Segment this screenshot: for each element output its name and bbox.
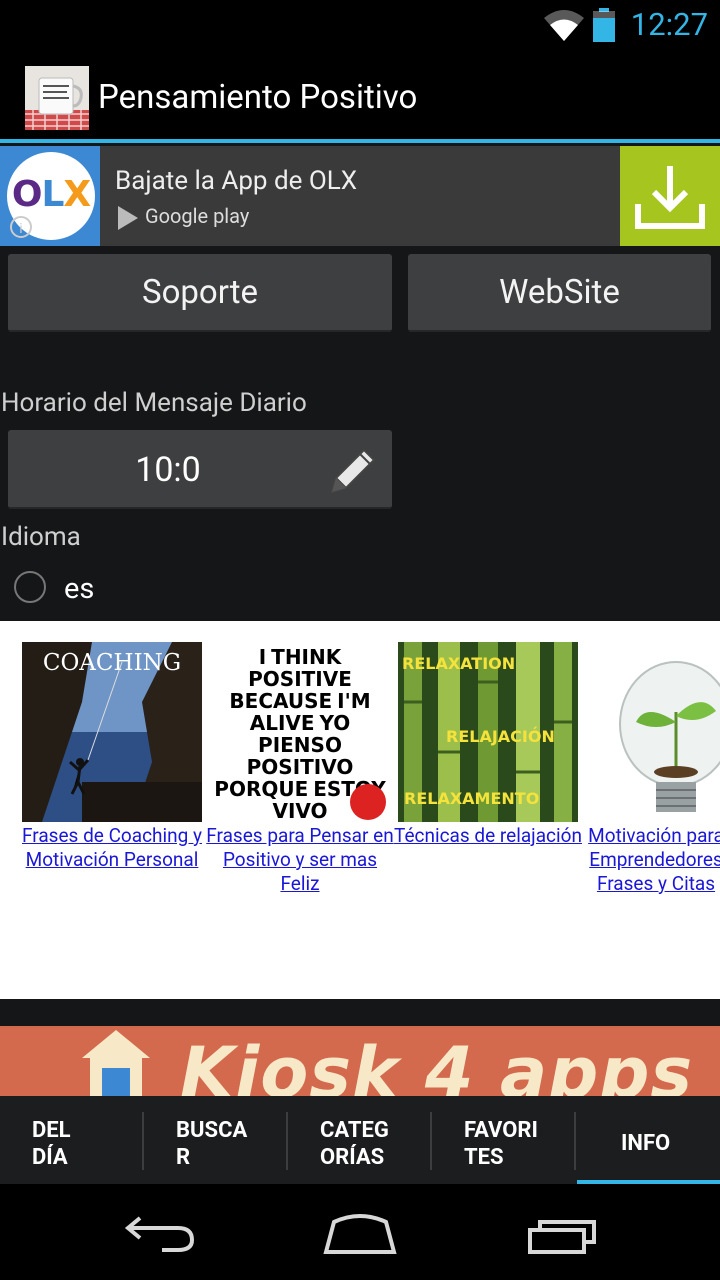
battery-icon	[593, 8, 615, 42]
status-bar: 12:27	[0, 0, 720, 50]
soporte-button[interactable]: Soporte	[8, 254, 392, 332]
promo-link[interactable]: Frases para Pensar en Positivo y ser mas…	[205, 824, 395, 896]
promo-thumb-text: RELAJACIÓN	[446, 727, 555, 746]
recent-apps-icon[interactable]	[526, 1214, 598, 1254]
promo-item[interactable]: Motivación para Emprendedores Frases y C…	[581, 642, 720, 896]
website-button[interactable]: WebSite	[408, 254, 711, 332]
google-play-label: Google play	[144, 204, 250, 228]
app-icon[interactable]	[25, 66, 89, 130]
horario-label: Horario del Mensaje Diario	[1, 388, 307, 418]
tab-label: DEL DÍA	[32, 1118, 71, 1170]
promo-link[interactable]: Técnicas de relajación	[393, 824, 583, 848]
tab-label: BUSCA R	[176, 1118, 248, 1170]
action-bar: Pensamiento Positivo	[0, 50, 720, 143]
promo-thumb-text: RELAXAMENTO	[404, 789, 540, 808]
tab-favoritos[interactable]: FAVORI TES	[432, 1096, 576, 1184]
promo-image-positivo[interactable]: I THINK POSITIVE BECAUSE I'M ALIVE YO PI…	[210, 642, 390, 822]
wifi-icon	[544, 10, 584, 41]
tab-buscar[interactable]: BUSCA R	[144, 1096, 288, 1184]
promo-item[interactable]: COACHING Frases de Coaching y Motivación…	[17, 642, 207, 872]
tab-del-dia[interactable]: DEL DÍA	[0, 1096, 144, 1184]
tab-label: FAVORI TES	[464, 1118, 538, 1170]
info-icon[interactable]: i	[10, 216, 32, 238]
google-play-badge: Google play	[116, 204, 249, 231]
tab-bar: DEL DÍA BUSCA R CATEG ORÍAS FAVORI TES I…	[0, 1096, 720, 1184]
promo-thumb-text: COACHING	[42, 650, 182, 676]
promo-link[interactable]: Frases de Coaching y Motivación Personal	[17, 824, 207, 872]
download-button[interactable]	[620, 146, 720, 246]
system-nav-bar	[0, 1184, 720, 1280]
tab-label: CATEG ORÍAS	[320, 1118, 389, 1170]
horario-time-value: 10:0	[135, 450, 201, 490]
kiosk-logo-icon	[82, 1030, 150, 1096]
tab-label: INFO	[621, 1131, 671, 1156]
app-title: Pensamiento Positivo	[98, 78, 418, 117]
download-icon	[635, 166, 705, 229]
olx-logo-text: OLX	[11, 174, 91, 215]
tab-categorias[interactable]: CATEG ORÍAS	[288, 1096, 432, 1184]
promo-item[interactable]: RELAXATION RELAJACIÓN RELAXAMENTO Técnic…	[393, 642, 583, 848]
ad-title: Bajate la App de OLX	[115, 166, 358, 196]
promo-image-emprendedores[interactable]	[586, 642, 720, 822]
horario-time-field[interactable]: 10:0	[8, 430, 392, 509]
tab-info[interactable]: INFO	[576, 1096, 720, 1184]
language-radio-label[interactable]: es	[64, 572, 94, 606]
kiosk-ad-text: Kiosk 4 apps	[180, 1032, 694, 1096]
google-play-icon	[118, 205, 138, 230]
promo-link[interactable]: Motivación para Emprendedores Frases y C…	[581, 824, 720, 896]
promo-thumb-text: RELAXATION	[402, 654, 516, 673]
ad-banner[interactable]: OLX i Bajate la App de OLX Google play	[0, 146, 720, 246]
back-icon[interactable]	[122, 1214, 196, 1254]
pencil-icon[interactable]	[324, 442, 380, 498]
language-radio[interactable]	[14, 571, 46, 603]
promo-item[interactable]: I THINK POSITIVE BECAUSE I'M ALIVE YO PI…	[205, 642, 395, 896]
promo-image-coaching[interactable]: COACHING	[22, 642, 202, 822]
promo-apps-strip: COACHING Frases de Coaching y Motivación…	[0, 621, 720, 999]
home-icon[interactable]	[322, 1212, 398, 1256]
kiosk-ad-banner[interactable]: Kiosk 4 apps	[0, 1026, 720, 1096]
idioma-label: Idioma	[1, 522, 81, 552]
status-time: 12:27	[630, 6, 708, 43]
promo-image-relajacion[interactable]: RELAXATION RELAJACIÓN RELAXAMENTO	[398, 642, 578, 822]
olx-logo: OLX i	[0, 146, 100, 246]
